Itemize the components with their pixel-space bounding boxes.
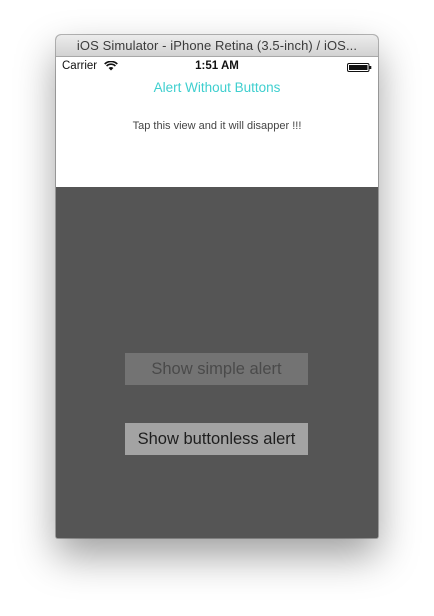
buttonless-alert-view[interactable]: Alert Without Buttons Tap this view and … xyxy=(56,77,378,187)
alert-title: Alert Without Buttons xyxy=(153,80,281,95)
show-buttonless-alert-button[interactable]: Show buttonless alert xyxy=(125,423,308,455)
window-titlebar[interactable]: iOS Simulator - iPhone Retina (3.5-inch)… xyxy=(56,35,378,57)
alert-message: Tap this view and it will disapper !!! xyxy=(132,120,302,132)
show-simple-alert-button[interactable]: Show simple alert xyxy=(125,353,308,385)
device-screen: Carrier 1:51 AM Alert Without Buttons Ta… xyxy=(56,57,378,538)
status-time: 1:51 AM xyxy=(195,60,239,72)
status-bar: Carrier 1:51 AM xyxy=(56,57,378,77)
battery-icon xyxy=(347,63,372,72)
simulator-window: iOS Simulator - iPhone Retina (3.5-inch)… xyxy=(56,35,378,538)
window-title: iOS Simulator - iPhone Retina (3.5-inch)… xyxy=(76,38,358,53)
